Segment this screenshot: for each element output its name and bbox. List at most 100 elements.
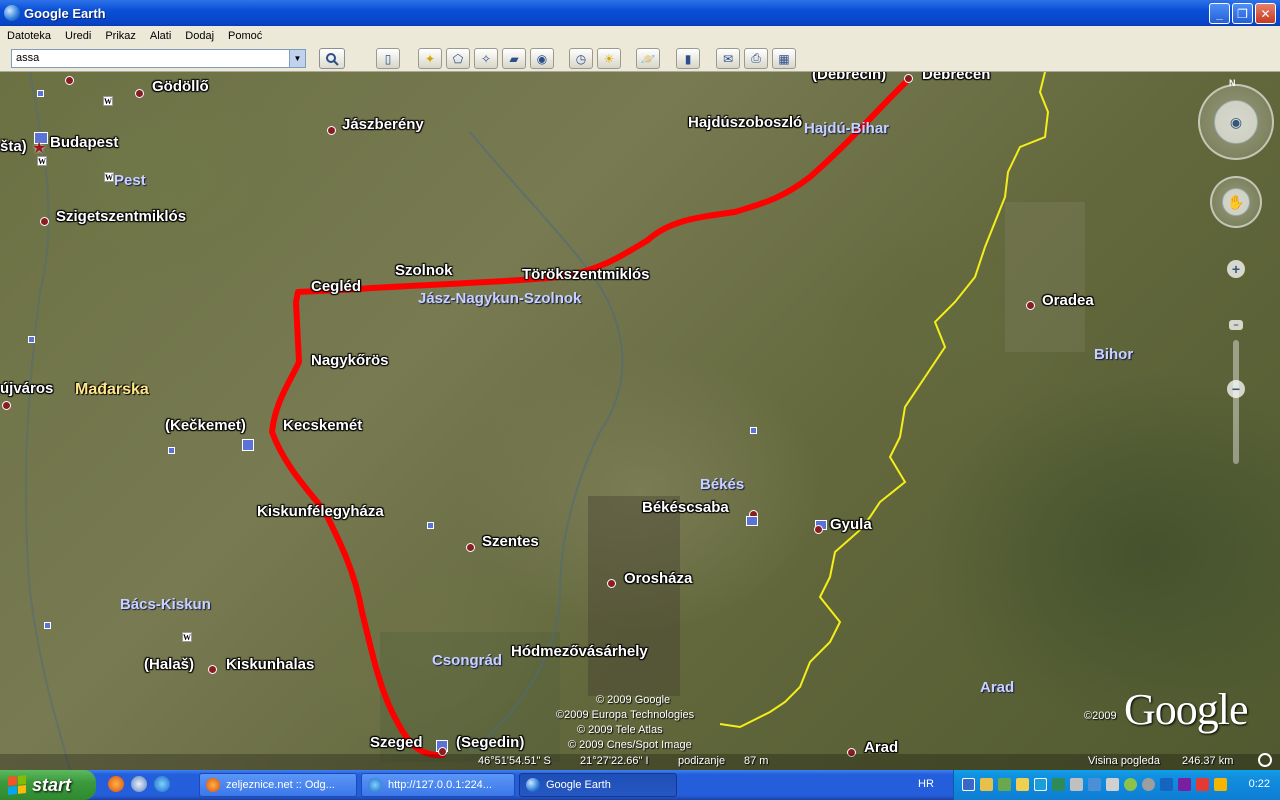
city-label-kecskemet[interactable]: Kecskemét xyxy=(283,417,362,434)
firefox-icon[interactable] xyxy=(108,776,124,792)
view-in-maps-button[interactable]: ▦ xyxy=(772,48,796,69)
menu-pomoc[interactable]: Pomoć xyxy=(221,30,269,42)
tray-app-icon[interactable] xyxy=(1052,778,1065,791)
tray-app-icon[interactable] xyxy=(980,778,993,791)
poi-marker[interactable] xyxy=(242,439,254,451)
tray-app-icon[interactable] xyxy=(1196,778,1209,791)
add-path-button[interactable]: ✧ xyxy=(474,48,498,69)
task-google-earth[interactable]: Google Earth xyxy=(519,773,677,797)
wikipedia-icon[interactable]: W xyxy=(182,632,192,642)
city-label-debrecin[interactable]: (Debrecin) xyxy=(812,72,886,83)
city-label-segedin[interactable]: (Segedin) xyxy=(456,734,524,751)
region-label-hajdu-bihar[interactable]: Hajdú-Bihar xyxy=(804,120,889,137)
region-label-jasz-nagykun-szolnok[interactable]: Jász-Nagykun-Szolnok xyxy=(418,290,581,307)
add-placemark-button[interactable]: ✦ xyxy=(418,48,442,69)
region-label-bekes[interactable]: Békés xyxy=(700,476,744,493)
internet-explorer-icon[interactable] xyxy=(154,776,170,792)
email-button[interactable]: ✉ xyxy=(716,48,740,69)
city-marker[interactable] xyxy=(135,89,144,98)
city-label-torokszentmiklos[interactable]: Törökszentmiklós xyxy=(522,266,650,283)
poi-marker[interactable] xyxy=(37,90,44,97)
search-button[interactable] xyxy=(319,48,345,69)
ruler-button[interactable]: ▮ xyxy=(676,48,700,69)
city-label-debrecen[interactable]: Debrecen xyxy=(922,72,990,83)
zoom-slider[interactable] xyxy=(1233,340,1239,464)
volume-icon[interactable] xyxy=(1214,778,1227,791)
city-label-kiskunfelegyhaza[interactable]: Kiskunfélegyháza xyxy=(257,503,384,520)
print-button[interactable]: ⎙ xyxy=(744,48,768,69)
title-bar[interactable]: Google Earth _ ❐ ✕ xyxy=(0,0,1280,26)
network-icon[interactable] xyxy=(962,778,975,791)
tray-app-icon[interactable] xyxy=(1106,778,1119,791)
city-marker[interactable] xyxy=(1026,301,1035,310)
menu-alati[interactable]: Alati xyxy=(143,30,178,42)
city-label-gyula[interactable]: Gyula xyxy=(830,516,872,533)
city-label-szentes[interactable]: Szentes xyxy=(482,533,539,550)
region-label-bihor[interactable]: Bihor xyxy=(1094,346,1133,363)
city-label-pest[interactable]: Pest xyxy=(114,172,146,189)
explorer-icon[interactable] xyxy=(131,776,147,792)
wikipedia-icon[interactable]: W xyxy=(104,172,114,182)
search-input[interactable]: assa ▼ xyxy=(11,49,306,68)
tray-app-icon[interactable] xyxy=(1124,778,1137,791)
city-label-keckemet[interactable]: (Kečkemet) xyxy=(165,417,246,434)
city-marker[interactable] xyxy=(327,126,336,135)
menu-uredi[interactable]: Uredi xyxy=(58,30,98,42)
city-marker[interactable] xyxy=(2,401,11,410)
city-label-szolnok[interactable]: Szolnok xyxy=(395,262,453,279)
poi-marker[interactable] xyxy=(28,336,35,343)
city-label-jaszbereny[interactable]: Jászberény xyxy=(342,116,424,133)
shield-icon[interactable] xyxy=(1016,778,1029,791)
city-label-oroshaza[interactable]: Orosháza xyxy=(624,570,692,587)
city-label-szeged[interactable]: Szeged xyxy=(370,734,423,751)
tray-app-icon[interactable] xyxy=(998,778,1011,791)
menu-datoteka[interactable]: Datoteka xyxy=(0,30,58,42)
tray-app-icon[interactable] xyxy=(1088,778,1101,791)
city-label-budapest[interactable]: Budapest xyxy=(50,134,118,151)
region-label-csongrad[interactable]: Csongrád xyxy=(432,652,502,669)
city-marker[interactable] xyxy=(814,525,823,534)
close-button[interactable]: ✕ xyxy=(1255,3,1276,24)
switch-sky-button[interactable]: 🪐 xyxy=(636,48,660,69)
poi-marker[interactable] xyxy=(427,522,434,529)
menu-prikaz[interactable]: Prikaz xyxy=(98,30,143,42)
move-center[interactable]: ✋ xyxy=(1222,188,1250,216)
city-label-godollo[interactable]: Gödöllő xyxy=(152,78,209,95)
tray-app-icon[interactable] xyxy=(1142,778,1155,791)
add-polygon-button[interactable]: ⬠ xyxy=(446,48,470,69)
country-label[interactable]: Mađarska xyxy=(75,381,149,399)
city-label-hodmezovasarhely[interactable]: Hódmezővásárhely xyxy=(511,643,648,660)
historical-imagery-button[interactable]: ◷ xyxy=(569,48,593,69)
poi-marker[interactable] xyxy=(44,622,51,629)
region-label-arad[interactable]: Arad xyxy=(980,679,1014,696)
poi-marker[interactable] xyxy=(746,516,758,526)
region-label-bacs-kiskun[interactable]: Bács-Kiskun xyxy=(120,596,211,613)
clock[interactable]: 0:22 xyxy=(1249,778,1270,790)
city-label-bekescsaba[interactable]: Békéscsaba xyxy=(642,499,729,516)
poi-marker[interactable] xyxy=(168,447,175,454)
city-label-ujvaros[interactable]: újváros xyxy=(0,380,53,397)
city-label-kiskunhalas[interactable]: Kiskunhalas xyxy=(226,656,314,673)
tray-app-icon[interactable] xyxy=(1070,778,1083,791)
tray-app-icon[interactable] xyxy=(1160,778,1173,791)
task-zeljeznice[interactable]: zeljeznice.net :: Odg... xyxy=(199,773,357,797)
city-label-cegled[interactable]: Cegléd xyxy=(311,278,361,295)
wikipedia-icon[interactable]: W xyxy=(103,96,113,106)
zoom-slider-handle[interactable]: − xyxy=(1229,320,1243,330)
minimize-button[interactable]: _ xyxy=(1209,3,1230,24)
sidebar-toggle-button[interactable]: ▯ xyxy=(376,48,400,69)
restore-button[interactable]: ❐ xyxy=(1232,3,1253,24)
look-center[interactable]: ◉ xyxy=(1214,100,1258,144)
record-tour-button[interactable]: ◉ xyxy=(530,48,554,69)
city-marker[interactable] xyxy=(904,74,913,83)
zoom-in-button[interactable]: + xyxy=(1227,260,1245,278)
sunlight-button[interactable]: ☀ xyxy=(597,48,621,69)
language-indicator[interactable]: HR xyxy=(918,778,934,790)
city-label-halas[interactable]: (Halaš) xyxy=(144,656,194,673)
city-marker[interactable] xyxy=(607,579,616,588)
city-marker[interactable] xyxy=(208,665,217,674)
poi-marker[interactable] xyxy=(750,427,757,434)
zoom-out-button[interactable]: − xyxy=(1227,380,1245,398)
menu-dodaj[interactable]: Dodaj xyxy=(178,30,221,42)
city-label-szigetszentmiklos[interactable]: Szigetszentmiklós xyxy=(56,208,186,225)
